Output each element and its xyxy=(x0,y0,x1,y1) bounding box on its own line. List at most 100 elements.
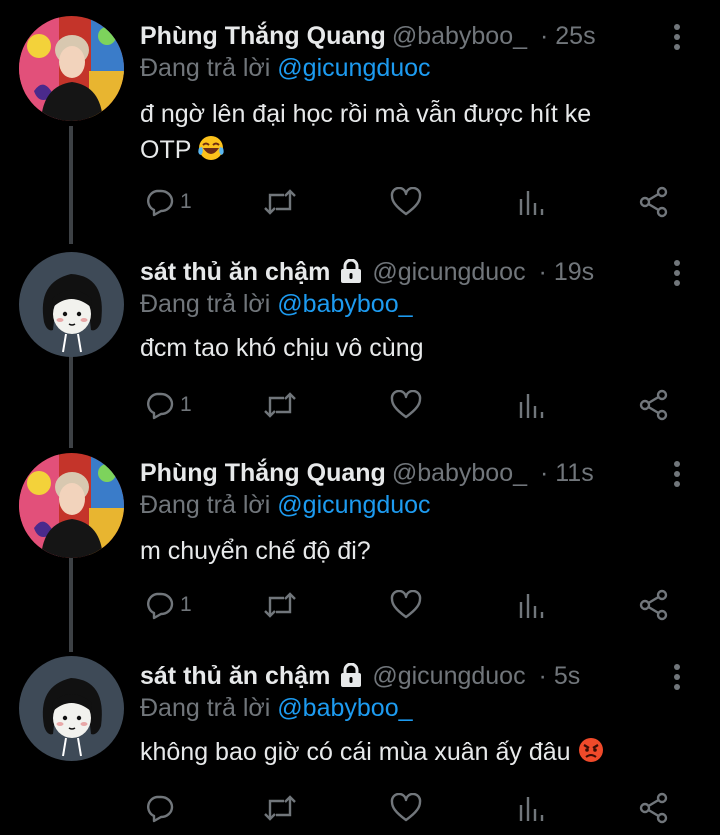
heart-icon xyxy=(390,390,422,419)
retweet-button[interactable] xyxy=(262,385,298,425)
tweet[interactable]: sát thủ ăn chậm @gicungduoc · 5s Đang trả… xyxy=(0,656,720,835)
reply-icon xyxy=(147,795,174,823)
photo-avatar xyxy=(19,453,124,558)
retweet-icon xyxy=(264,189,296,215)
timestamp[interactable]: · 11s xyxy=(540,459,594,487)
replying-to: Đang trả lời @babyboo_ xyxy=(140,694,413,723)
replying-label: Đang trả lời xyxy=(140,694,271,722)
tweet-text: đ ngờ lên đại học rồi mà vẫn được hít ke… xyxy=(140,96,680,172)
replying-label: Đang trả lời xyxy=(140,491,271,519)
reply-button[interactable]: 1 xyxy=(144,385,192,425)
analytics-icon xyxy=(519,797,544,821)
like-button[interactable] xyxy=(390,585,422,625)
views-button[interactable] xyxy=(516,182,546,222)
avatar[interactable] xyxy=(19,656,124,761)
share-button[interactable] xyxy=(638,182,670,222)
angry-face-emoji xyxy=(577,736,605,774)
share-icon xyxy=(639,186,668,218)
views-button[interactable] xyxy=(516,385,546,425)
share-icon xyxy=(639,589,668,621)
user-handle[interactable]: @babyboo_ xyxy=(392,459,527,487)
display-name[interactable]: Phùng Thắng Quang xyxy=(140,22,386,50)
action-bar: 1 xyxy=(140,585,680,625)
avatar[interactable] xyxy=(19,453,124,558)
replying-to: Đang trả lời @gicungduoc xyxy=(140,491,431,520)
user-handle[interactable]: @gicungduoc xyxy=(372,258,525,286)
laughing-tears-emoji xyxy=(197,134,225,172)
share-icon xyxy=(639,389,668,421)
analytics-icon xyxy=(519,594,544,618)
tweet-text-line: OTP xyxy=(140,136,192,164)
tweet-text-line: m chuyển chế độ đi? xyxy=(140,537,371,565)
views-button[interactable] xyxy=(516,585,546,625)
more-options-icon[interactable] xyxy=(667,22,687,52)
display-name[interactable]: Phùng Thắng Quang xyxy=(140,459,386,487)
mention-link[interactable]: @babyboo_ xyxy=(277,694,412,722)
retweet-button[interactable] xyxy=(262,788,298,828)
retweet-icon xyxy=(264,392,296,418)
tweet-text-line: không bao giờ có cái mùa xuân ấy đâu xyxy=(140,738,571,766)
like-button[interactable] xyxy=(390,385,422,425)
reply-icon xyxy=(147,189,174,217)
cartoon-avatar xyxy=(19,656,124,761)
user-handle[interactable]: @gicungduoc xyxy=(372,662,525,690)
mention-link[interactable]: @babyboo_ xyxy=(277,290,412,318)
replying-label: Đang trả lời xyxy=(140,290,271,318)
tweet-text-line: đcm tao khó chịu vô cùng xyxy=(140,334,424,362)
cartoon-avatar xyxy=(19,252,124,357)
tweet[interactable]: sát thủ ăn chậm @gicungduoc · 19s Đang tr… xyxy=(0,252,720,432)
display-name[interactable]: sát thủ ăn chậm xyxy=(140,258,330,286)
timestamp[interactable]: · 5s xyxy=(539,662,581,690)
reply-icon xyxy=(147,592,174,620)
analytics-icon xyxy=(519,394,544,418)
share-icon xyxy=(639,792,668,824)
tweet-text: m chuyển chế độ đi? xyxy=(140,533,680,569)
more-options-icon[interactable] xyxy=(667,662,687,692)
tweet-text: đcm tao khó chịu vô cùng xyxy=(140,330,680,366)
timestamp[interactable]: · 25s xyxy=(540,22,596,50)
display-name[interactable]: sát thủ ăn chậm xyxy=(140,662,330,690)
mention-link[interactable]: @gicungduoc xyxy=(277,54,430,82)
retweet-icon xyxy=(264,592,296,618)
heart-icon xyxy=(390,187,422,216)
reply-icon xyxy=(147,392,174,420)
replying-to: Đang trả lời @babyboo_ xyxy=(140,290,413,319)
lock-icon xyxy=(340,255,362,295)
more-options-icon[interactable] xyxy=(667,258,687,288)
timestamp[interactable]: · 19s xyxy=(539,258,595,286)
lock-icon xyxy=(340,659,362,699)
retweet-button[interactable] xyxy=(262,585,298,625)
share-button[interactable] xyxy=(638,385,670,425)
more-options-icon[interactable] xyxy=(667,459,687,489)
reply-button[interactable]: 1 xyxy=(144,182,192,222)
reply-count: 1 xyxy=(180,593,192,616)
like-button[interactable] xyxy=(390,182,422,222)
views-button[interactable] xyxy=(516,788,546,828)
avatar[interactable] xyxy=(19,16,124,121)
replying-to: Đang trả lời @gicungduoc xyxy=(140,54,431,83)
heart-icon xyxy=(390,793,422,822)
tweet[interactable]: Phùng Thắng Quang @babyboo_ · 11s Đang tr… xyxy=(0,453,720,633)
photo-avatar xyxy=(19,16,124,121)
retweet-button[interactable] xyxy=(262,182,298,222)
action-bar: 1 xyxy=(140,182,680,222)
heart-icon xyxy=(390,590,422,619)
tweet[interactable]: Phùng Thắng Quang @babyboo_ · 25s Đang tr… xyxy=(0,16,720,231)
share-button[interactable] xyxy=(638,788,670,828)
action-bar: 1 xyxy=(140,385,680,425)
action-bar xyxy=(140,788,680,828)
avatar[interactable] xyxy=(19,252,124,357)
user-handle[interactable]: @babyboo_ xyxy=(392,22,527,50)
analytics-icon xyxy=(519,191,544,215)
tweet-text-line: đ ngờ lên đại học rồi mà vẫn được hít ke xyxy=(140,100,592,128)
tweet-text: không bao giờ có cái mùa xuân ấy đâu xyxy=(140,734,680,774)
retweet-icon xyxy=(264,795,296,821)
replying-label: Đang trả lời xyxy=(140,54,271,82)
reply-count: 1 xyxy=(180,393,192,416)
reply-count: 1 xyxy=(180,190,192,213)
mention-link[interactable]: @gicungduoc xyxy=(277,491,430,519)
reply-button[interactable]: 1 xyxy=(144,585,192,625)
reply-button[interactable] xyxy=(144,788,180,828)
share-button[interactable] xyxy=(638,585,670,625)
like-button[interactable] xyxy=(390,788,422,828)
